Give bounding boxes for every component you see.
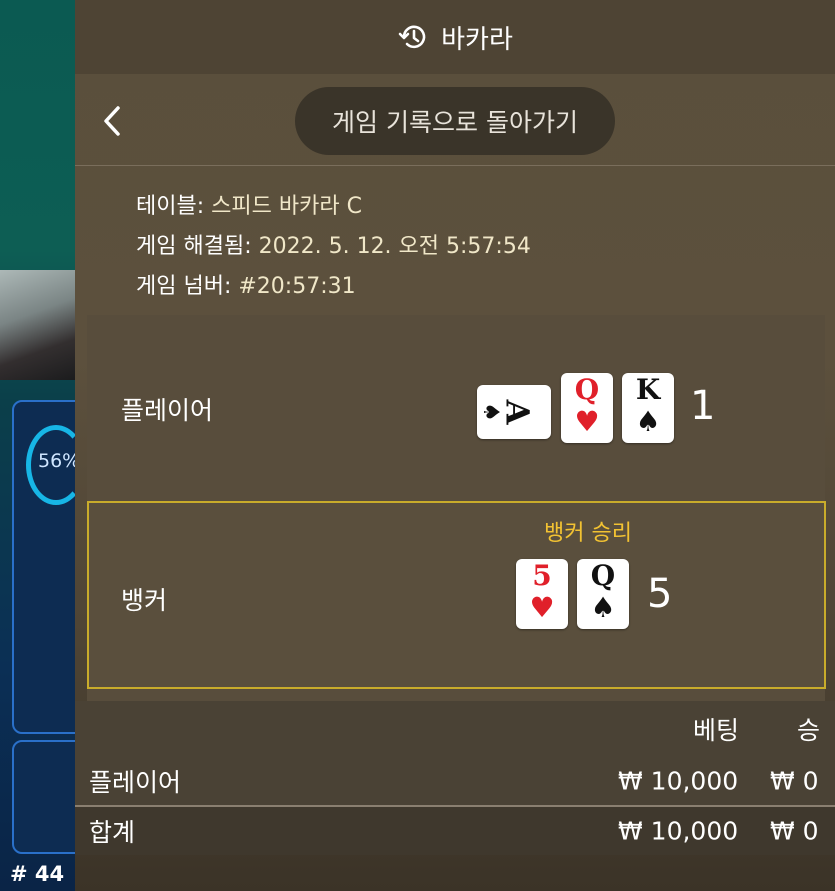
- player-card-3-rank: K: [635, 373, 661, 406]
- banker-card-1: 5 ♥: [516, 559, 568, 629]
- info-table-value: 스피드 바카라 C: [211, 194, 362, 219]
- background-game-view: 56% # 44: [0, 0, 75, 891]
- winner-label: 뱅커 승리: [544, 521, 632, 546]
- result-board: 플레이어 ♠ A Q ♥ K ♠ 1 뱅커 승리 뱅커 5 ♥ Q ♠ 5: [87, 315, 826, 701]
- page-title: 바카라: [441, 24, 513, 55]
- bet-row-amount: ₩ 10,000: [618, 766, 739, 796]
- info-number-label: 게임 넘버:: [136, 274, 232, 299]
- player-card-2-suit: ♥: [574, 405, 600, 438]
- info-game-number: 게임 넘버: #20:57:31: [136, 268, 356, 300]
- table-row: 플레이어 ₩ 10,000 ₩ 0: [75, 757, 835, 805]
- player-card-3: K ♠: [622, 373, 674, 443]
- total-win: ₩ 0: [770, 816, 819, 846]
- info-resolved-value: 2022. 5. 12. 오전 5:57:54: [258, 234, 531, 259]
- background-bet-panel-2: [12, 740, 75, 854]
- bet-row-name: 플레이어: [89, 768, 182, 797]
- player-score: 1: [690, 383, 716, 429]
- total-bet: ₩ 10,000: [618, 816, 739, 846]
- info-number-value: #20:57:31: [238, 274, 356, 299]
- banker-card-2-suit: ♠: [590, 591, 616, 624]
- divider: [75, 165, 835, 166]
- info-resolved-label: 게임 해결됨:: [136, 234, 252, 259]
- game-history-detail-panel: 바카라 게임 기록으로 돌아가기 테이블: 스피드 바카라 C 게임 해결됨: …: [75, 0, 835, 891]
- info-table-label: 테이블:: [136, 194, 205, 219]
- banker-card-2-rank: Q: [590, 559, 616, 592]
- banker-score: 5: [647, 571, 673, 617]
- banker-card-1-suit: ♥: [529, 591, 555, 624]
- title-bar: 바카라: [75, 0, 835, 74]
- bet-row-win: ₩ 0: [770, 766, 819, 796]
- back-to-history-button[interactable]: 게임 기록으로 돌아가기: [295, 87, 615, 155]
- history-icon: [397, 21, 429, 53]
- banker-row: 뱅커 승리 뱅커 5 ♥ Q ♠ 5: [87, 501, 826, 689]
- player-label: 플레이어: [121, 396, 214, 425]
- info-table: 테이블: 스피드 바카라 C: [136, 188, 362, 220]
- player-card-1-rank: A: [498, 399, 537, 425]
- player-card-3-suit: ♠: [635, 405, 661, 438]
- bets-table-header: 베팅 승: [75, 701, 835, 757]
- background-overlay-shadow: [75, 857, 835, 891]
- player-row: 플레이어 ♠ A Q ♥ K ♠ 1: [87, 315, 825, 501]
- player-card-2: Q ♥: [561, 373, 613, 443]
- banker-card-1-rank: 5: [532, 559, 552, 592]
- total-label: 합계: [89, 818, 136, 847]
- column-win: 승: [797, 716, 821, 745]
- banker-card-2: Q ♠: [577, 559, 629, 629]
- background-percent: 56%: [38, 450, 75, 472]
- chevron-left-icon[interactable]: [97, 102, 127, 140]
- background-table-image: [0, 270, 75, 380]
- player-card-1: ♠ A: [477, 385, 551, 439]
- banker-label: 뱅커: [121, 586, 168, 615]
- background-table-number: # 44: [10, 862, 65, 886]
- player-card-2-rank: Q: [574, 373, 600, 406]
- info-resolved: 게임 해결됨: 2022. 5. 12. 오전 5:57:54: [136, 228, 531, 260]
- column-bet: 베팅: [693, 716, 740, 745]
- total-row: 합계 ₩ 10,000 ₩ 0: [75, 807, 835, 855]
